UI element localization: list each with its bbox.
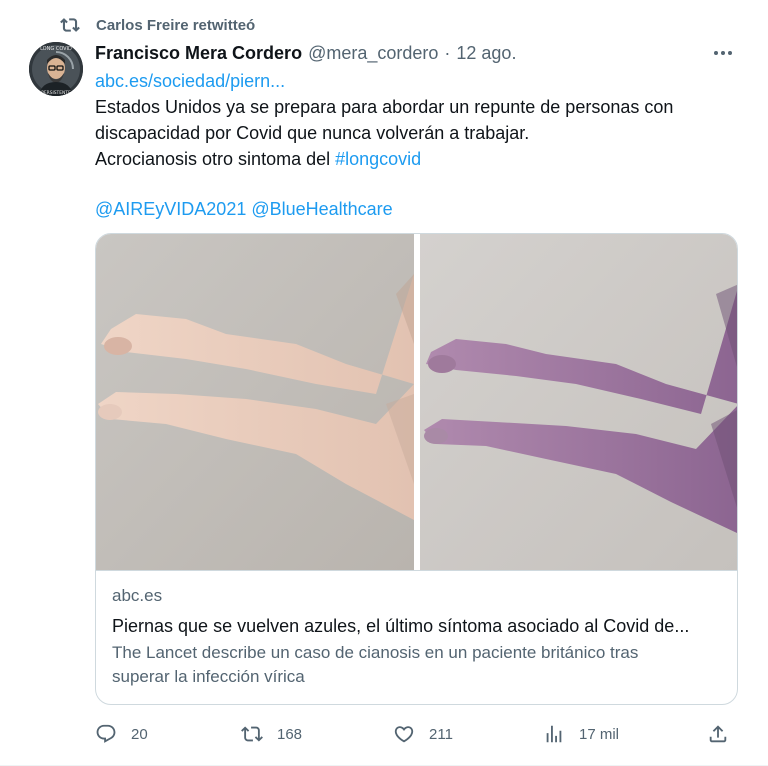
views-count: 17 mil xyxy=(579,725,620,743)
views-button[interactable]: 17 mil xyxy=(543,720,619,748)
reply-icon xyxy=(96,724,116,743)
more-icon xyxy=(714,51,732,55)
tweet-line-3: Acrocianosis otro sintoma del #longcovid xyxy=(95,146,735,172)
action-bar: 20 168 211 17 mil xyxy=(95,720,738,748)
card-description: The Lancet describe un caso de cianosis … xyxy=(112,641,723,689)
avatar[interactable]: LONG COVID PERSISTENTE xyxy=(29,42,83,96)
card-title: Piernas que se vuelven azules, el último… xyxy=(112,616,690,636)
card-domain: abc.es xyxy=(112,586,163,605)
card-image[interactable] xyxy=(96,234,737,570)
like-count: 211 xyxy=(429,725,453,743)
reply-button[interactable]: 20 xyxy=(95,720,148,748)
card-description-line-2: superar la infección vírica xyxy=(112,667,305,686)
author-handle[interactable]: @mera_cordero xyxy=(308,43,438,64)
retweet-indicator: Carlos Freire retwitteó xyxy=(60,14,255,36)
heart-icon xyxy=(394,726,414,743)
share-icon xyxy=(709,725,727,743)
tweet-text: abc.es/sociedad/piern... Estados Unidos … xyxy=(95,68,735,222)
author-name[interactable]: Francisco Mera Cordero xyxy=(95,43,302,64)
retweet-label[interactable]: Carlos Freire retwitteó xyxy=(96,17,255,34)
reply-count: 20 xyxy=(131,725,148,743)
card-description-line-1: The Lancet describe un caso de cianosis … xyxy=(112,643,639,662)
card-footer[interactable]: abc.es Piernas que se vuelven azules, el… xyxy=(96,570,737,704)
tweet-header: Francisco Mera Cordero @mera_cordero · 1… xyxy=(95,42,738,64)
avatar-text-bottom: PERSISTENTE xyxy=(41,90,71,96)
separator-dot: · xyxy=(444,42,451,63)
tweet-line-2: discapacidad por Covid que nunca volverá… xyxy=(95,123,530,143)
like-button[interactable]: 211 xyxy=(393,720,453,748)
link-card[interactable]: abc.es Piernas que se vuelven azules, el… xyxy=(95,233,738,705)
legs-photo xyxy=(96,234,737,570)
mentions-link[interactable]: @AIREyVIDA2021 @BlueHealthcare xyxy=(95,199,393,219)
hashtag-link[interactable]: #longcovid xyxy=(335,149,421,169)
tweet-line-3-text: Acrocianosis otro sintoma del xyxy=(95,149,336,169)
share-button[interactable] xyxy=(707,720,743,748)
more-options-button[interactable] xyxy=(708,42,738,64)
views-chart-icon xyxy=(546,725,562,743)
tweet[interactable]: Carlos Freire retwitteó LONG COVID PERSI… xyxy=(0,0,768,766)
retweet-icon xyxy=(60,18,80,32)
tweet-line-1: Estados Unidos ya se prepara para aborda… xyxy=(95,97,674,117)
retweet-count: 168 xyxy=(277,725,303,743)
tweet-link[interactable]: abc.es/sociedad/piern... xyxy=(95,71,285,91)
retweet-button[interactable]: 168 xyxy=(241,720,302,748)
avatar-text-top: LONG COVID xyxy=(40,46,72,52)
avatar-image: LONG COVID PERSISTENTE xyxy=(29,42,83,96)
retweet-action-icon xyxy=(241,726,263,742)
tweet-timestamp[interactable]: 12 ago. xyxy=(456,43,516,64)
